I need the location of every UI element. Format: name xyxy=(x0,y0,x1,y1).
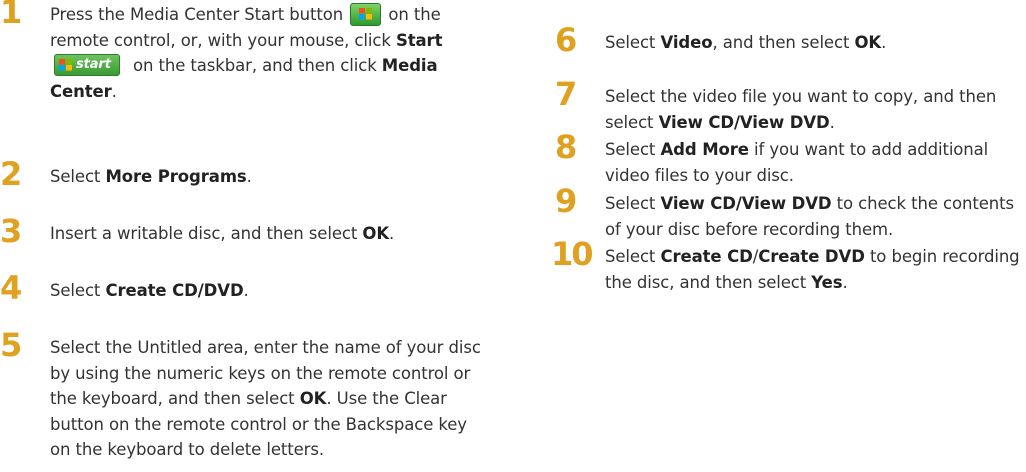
text-run: Select xyxy=(605,33,661,52)
bold-term: View CD/View DVD xyxy=(660,194,832,213)
step-number: 3 xyxy=(0,212,23,250)
text-run: . xyxy=(111,81,117,101)
bold-term: OK xyxy=(299,389,327,408)
bold-term: OK xyxy=(362,224,390,243)
step-text: Select Create CD/DVD. xyxy=(50,278,490,304)
step-text: Select the Untitled area, enter the name… xyxy=(50,335,490,463)
step-number: 8 xyxy=(555,128,578,166)
text-run: Select xyxy=(605,194,661,213)
text-run: Insert a writable disc, and then select xyxy=(50,224,363,243)
step-number: 6 xyxy=(555,21,578,59)
bold-term: View CD/View DVD xyxy=(658,112,830,132)
taskbar-start-button-icon: start xyxy=(54,54,120,76)
text-run: . xyxy=(842,272,848,292)
bold-term: Create CD/DVD xyxy=(105,281,244,300)
step-text: Select Video, and then select OK. xyxy=(605,30,1026,56)
bold-term: More Programs xyxy=(105,167,247,186)
step-number: 7 xyxy=(555,75,578,113)
step-number: 2 xyxy=(0,155,23,193)
step-number: 9 xyxy=(555,182,578,220)
bold-term: Add More xyxy=(660,140,749,159)
windows-flag-icon xyxy=(59,58,72,70)
step-text: Press the Media Center Start button on t… xyxy=(50,2,490,104)
text-run: . xyxy=(829,112,835,132)
text-run: on the taskbar, and then click xyxy=(127,56,382,75)
text-run: . xyxy=(246,167,252,186)
step-number: 5 xyxy=(0,326,23,364)
bold-term: Yes xyxy=(811,272,843,292)
step-text: Insert a writable disc, and then select … xyxy=(50,221,490,247)
text-run: Press the Media Center Start button xyxy=(50,5,349,24)
bold-term: Create CD xyxy=(660,247,753,266)
text-run: Select xyxy=(605,140,661,159)
windows-flag-icon xyxy=(359,7,373,19)
text-run: , and then select xyxy=(712,33,855,52)
step-number: 1 xyxy=(0,0,23,31)
bold-term: OK xyxy=(854,33,882,52)
bold-term: Video xyxy=(660,33,713,52)
bold-term: Create DVD xyxy=(758,247,865,266)
step-number: 4 xyxy=(0,269,23,307)
step-text: Select the video file you want to copy, … xyxy=(605,84,1026,135)
step-text: Select View CD/View DVD to check the con… xyxy=(605,191,1026,242)
step-text: Select Add More if you want to add addit… xyxy=(605,137,1026,188)
text-run: . xyxy=(243,281,249,300)
media-center-start-button-icon xyxy=(350,2,382,26)
text-run: . xyxy=(881,33,887,52)
text-run: Select xyxy=(605,247,661,266)
step-text: Select More Programs. xyxy=(50,164,490,190)
start-button-label: start xyxy=(76,57,111,72)
text-run: Select xyxy=(50,167,106,186)
text-run: Select xyxy=(50,281,106,300)
step-text: Select Create CD/Create DVD to begin rec… xyxy=(605,244,1026,295)
bold-term: Start xyxy=(395,30,443,50)
step-number: 10 xyxy=(551,235,594,273)
text-run: . xyxy=(389,224,395,243)
